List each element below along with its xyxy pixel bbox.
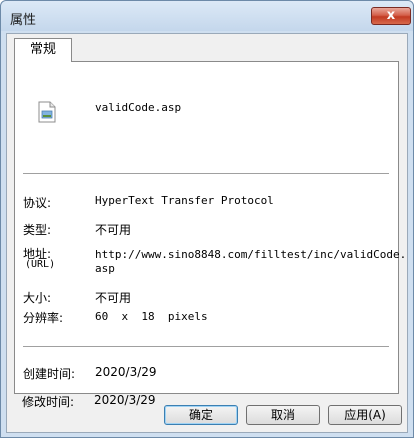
protocol-label: 协议: [23,196,52,210]
address-sublabel: (URL) [25,259,56,270]
divider [23,346,389,347]
close-icon: x [386,8,396,23]
type-label: 类型: [23,223,52,237]
address-value-line2: asp [95,262,115,275]
apply-button[interactable]: 应用(A) [328,405,402,425]
cancel-button[interactable]: 取消 [246,405,320,425]
size-value: 不可用 [95,291,132,305]
resolution-label: 分辨率: [23,311,64,325]
title-bar[interactable]: 属性 x [1,1,413,31]
tab-general[interactable]: 常规 [14,38,72,62]
created-value: 2020/3/29 [95,365,157,379]
divider [23,173,389,174]
file-name: validCode.asp [95,101,182,114]
modified-value: 2020/3/29 [94,393,156,407]
modified-label: 修改时间: [22,395,75,409]
document-icon [38,101,56,123]
protocol-value: HyperText Transfer Protocol [95,194,274,207]
ok-button[interactable]: 确定 [164,405,238,425]
properties-window: 属性 x 常规 validCode.asp 协议: HyperText Tran… [0,0,414,438]
size-label: 大小: [23,291,52,305]
dialog-client-area: 常规 validCode.asp 协议: HyperText Transfer … [6,33,408,433]
created-label: 创建时间: [23,367,76,381]
address-value-line1: http://www.sino8848.com/filltest/inc/val… [95,248,407,261]
general-panel: validCode.asp 协议: HyperText Transfer Pro… [14,61,406,394]
window-title: 属性 [10,13,37,28]
resolution-value: 60 x 18 pixels [95,310,208,323]
close-button[interactable]: x [371,7,411,25]
type-value: 不可用 [95,223,132,237]
